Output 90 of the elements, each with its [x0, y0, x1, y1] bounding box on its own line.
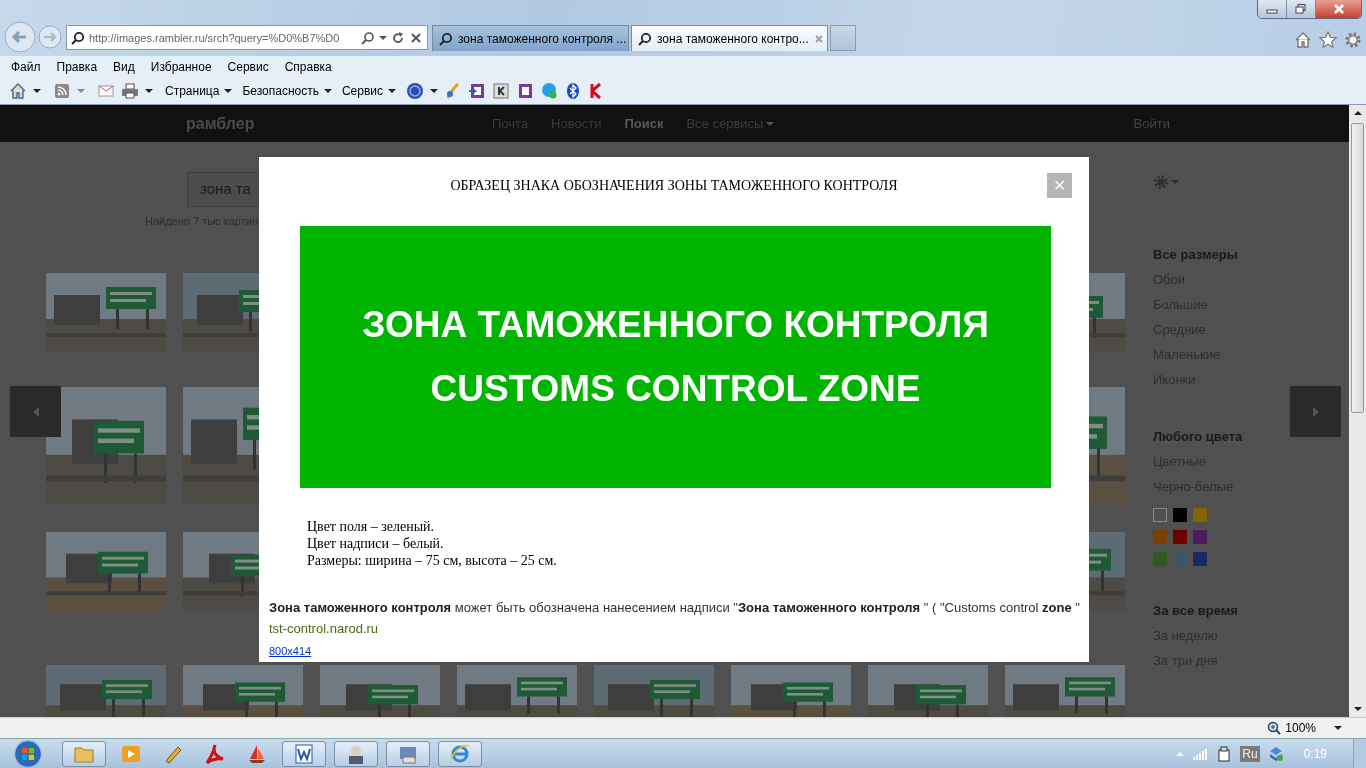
forward-button[interactable] [38, 25, 62, 49]
network-icon[interactable] [1267, 745, 1284, 762]
star-icon[interactable] [1319, 31, 1337, 49]
feed-icon[interactable] [53, 81, 71, 100]
scroll-down-icon[interactable] [1353, 705, 1362, 713]
document-title: ОБРАЗЕЦ ЗНАКА ОБОЗНАЧЕНИЯ ЗОНЫ ТАМОЖЕННОГО КОНТРОЛЯ [450, 177, 898, 194]
color-swatch[interactable] [1153, 530, 1167, 544]
menu-item[interactable]: Правка [48, 59, 106, 74]
command-menu[interactable]: Страница [165, 83, 233, 98]
new-tab-button[interactable] [830, 25, 856, 51]
site-logo[interactable]: рамблер [186, 114, 492, 133]
caret-icon [1171, 178, 1179, 186]
color-swatch[interactable] [1193, 508, 1207, 522]
taskbar-button[interactable] [386, 740, 430, 767]
tab-title: зона таможенного контро... [657, 31, 809, 46]
color-swatch[interactable] [1193, 530, 1207, 544]
caret-icon[interactable] [145, 86, 153, 95]
caption-line: Размеры: ширина – 75 см, высота – 25 см. [307, 552, 558, 569]
caret-icon[interactable] [33, 86, 41, 95]
close-icon[interactable] [409, 30, 423, 45]
settings-icon[interactable] [1344, 31, 1362, 49]
home-icon[interactable] [9, 81, 27, 100]
menu-item[interactable]: Справка [276, 59, 340, 74]
caret-icon [323, 86, 332, 95]
command-menu[interactable]: Сервис [341, 83, 397, 98]
command-menu[interactable]: Безопасность [242, 83, 332, 98]
source-site[interactable]: tst-control.narod.ru [269, 618, 379, 639]
address-text: http://images.rambler.ru/srch?query=%D0%B7%D0 [89, 31, 341, 44]
close-window-button[interactable] [1316, 0, 1361, 18]
color-swatch[interactable] [1173, 508, 1187, 522]
caret-icon[interactable] [1334, 724, 1342, 732]
language-indicator[interactable]: Ru [1240, 745, 1260, 762]
notebook-icon[interactable] [516, 81, 535, 100]
search-icon [638, 31, 652, 46]
pdf-icon[interactable] [204, 742, 226, 765]
caret-icon [766, 119, 775, 128]
image-description: Зона таможенного контроля может быть обозначена нанесением надписи "Зона таможенного контроля " ( "Customs control zone " [269, 599, 1081, 617]
caption-line: Цвет надписи – белый. [307, 535, 445, 552]
device-icon[interactable] [1216, 745, 1233, 762]
clock[interactable]: 0:19 [1303, 746, 1327, 761]
caret-icon [388, 86, 397, 95]
back-button[interactable] [4, 21, 36, 53]
app-icon[interactable] [492, 81, 511, 100]
close-button[interactable]: × [1047, 173, 1072, 198]
printer-icon[interactable] [121, 81, 139, 100]
settings-button[interactable] [1153, 174, 1179, 190]
skype-icon[interactable] [540, 81, 559, 100]
taskbar-button[interactable] [282, 740, 326, 767]
scroll-thumb[interactable] [1351, 123, 1364, 413]
taskbar-button[interactable] [62, 740, 106, 767]
color-swatch[interactable] [1173, 530, 1187, 544]
browser-tab[interactable]: зона таможенного контро... [631, 25, 828, 51]
zoom-icon[interactable] [1267, 721, 1282, 735]
color-swatch[interactable] [1193, 552, 1207, 566]
menu-item[interactable]: Вид [105, 59, 143, 74]
scrollbar[interactable] [1349, 105, 1366, 717]
gear-icon [1153, 174, 1169, 190]
search-icon[interactable] [361, 30, 375, 45]
caret-icon [224, 86, 233, 95]
tab-title: зона таможенного контроля ... [458, 31, 627, 46]
color-swatch[interactable] [1153, 552, 1167, 566]
scroll-up-icon[interactable] [1353, 109, 1362, 117]
taskbar-button[interactable] [334, 740, 378, 767]
browser-icon [449, 742, 471, 765]
menu-item[interactable]: Сервис [219, 59, 277, 74]
browser-tab[interactable]: зона таможенного контроля ... [432, 25, 629, 51]
caret-icon[interactable] [430, 86, 439, 95]
caret-icon[interactable] [379, 33, 387, 42]
menu-item[interactable]: Избранное [142, 59, 220, 74]
restore-button[interactable] [1287, 0, 1316, 18]
minimize-button[interactable] [1258, 0, 1287, 18]
sign-text: ЗОНА ТАМОЖЕННОГО КОНТРОЛЯ [362, 303, 989, 347]
image-size-link[interactable]: 800x414 [269, 645, 312, 657]
color-swatch[interactable] [1153, 508, 1167, 522]
word-document-icon [293, 742, 315, 765]
zoom-level[interactable]: 100% [1285, 721, 1316, 735]
close-icon [1332, 4, 1345, 14]
search-icon [71, 30, 85, 45]
home-icon[interactable] [1294, 31, 1312, 49]
refresh-icon[interactable] [391, 30, 405, 45]
restore-icon [1295, 4, 1307, 14]
caption-line: Цвет поля – зеленый. [307, 518, 436, 535]
nav-link[interactable]: Поиск [624, 116, 664, 131]
address-field[interactable]: http://images.rambler.ru/srch?query=%D0%B7%D0 [66, 25, 428, 50]
search-icon [439, 31, 453, 46]
menu-item[interactable]: Файл [3, 59, 49, 74]
notebook-icon[interactable] [468, 81, 487, 100]
sign-text: CUSTOMS CONTROL ZONE [430, 367, 921, 411]
help-icon[interactable] [406, 81, 425, 100]
taskbar-button[interactable] [438, 740, 482, 767]
